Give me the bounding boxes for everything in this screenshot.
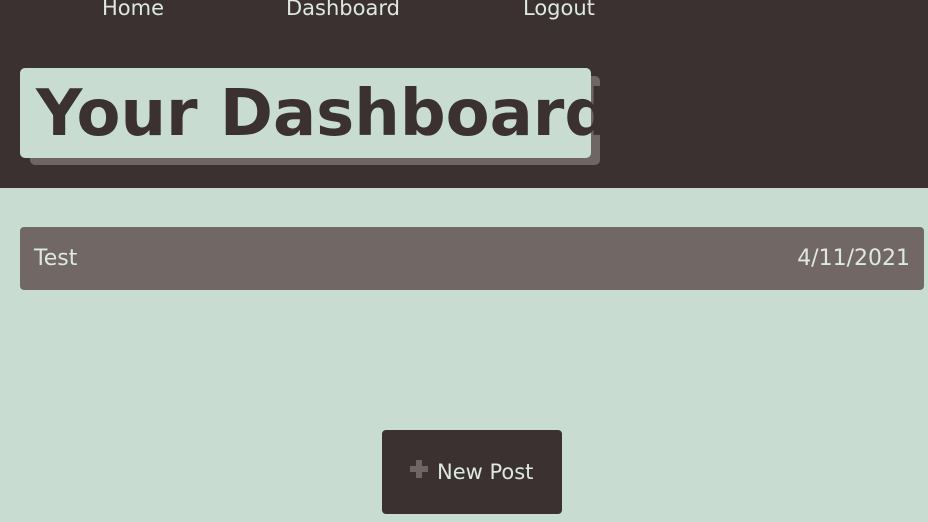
nav-link-logout[interactable]: Logout <box>523 0 595 22</box>
new-post-button[interactable]: New Post <box>382 430 562 514</box>
post-list-item[interactable]: Test 4/11/2021 <box>20 227 924 290</box>
nav-link-home[interactable]: Home <box>102 0 164 22</box>
nav-link-dashboard[interactable]: Dashboard <box>286 0 400 22</box>
post-title: Test <box>34 246 78 271</box>
post-date: 4/11/2021 <box>797 246 910 271</box>
page-title: Your Dashboard <box>36 77 611 151</box>
new-post-label: New Post <box>437 460 534 484</box>
plus-icon <box>410 460 428 478</box>
header: Home Dashboard Logout Your Dashboard <box>0 0 928 188</box>
